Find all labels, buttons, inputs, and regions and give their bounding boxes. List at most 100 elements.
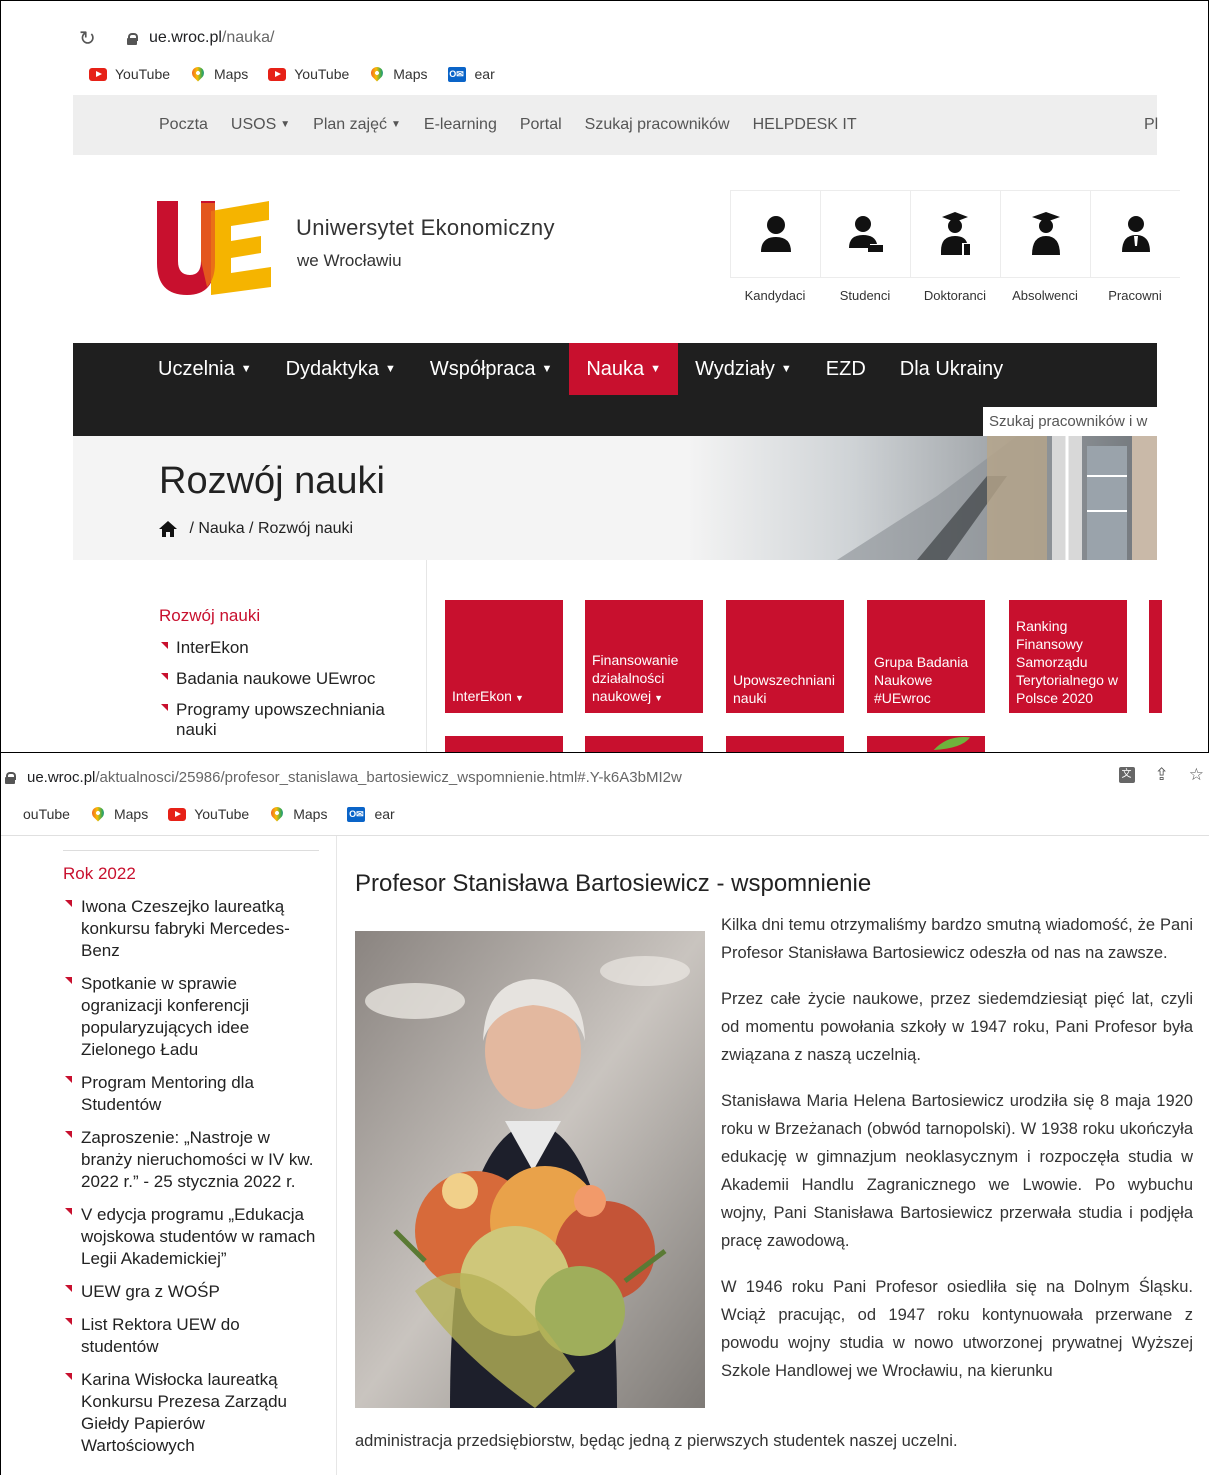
article-body: Kilka dni temu otrzymaliśmy bardzo smutn… [721,911,1193,1403]
bookmark-outlook[interactable]: O✉ ear [347,806,395,822]
group-label: Studenci [839,288,891,303]
tile-grupa-badania[interactable]: Grupa Badania Naukowe #UEwroc [867,600,985,713]
section-tiles: InterEkon ▼ Finansowanie działalności nau… [445,600,1162,752]
bookmark-maps[interactable]: Maps [368,64,428,82]
triangle-icon [65,1318,72,1325]
news-item[interactable]: V edycja programu „Edukacja wojskowa stu… [63,1204,319,1270]
bookmark-maps[interactable]: Maps [89,804,148,822]
topnav-portal[interactable]: Portal [520,116,562,134]
sidebar-item[interactable]: Badania naukowe UEwroc [159,669,409,689]
group-doktoranci[interactable]: Doktoranci [910,190,1000,310]
utility-nav: Poczta USOS ▼ Plan zajęć ▼ E-learning Port… [73,95,1158,155]
article-photo [355,931,705,1408]
nav-dla-ukrainy[interactable]: Dla Ukrainy [883,343,1020,395]
sidebar-item[interactable]: InterEkon [159,638,409,658]
nav-wydzialy[interactable]: Wydziały ▼ [678,343,809,395]
nav-nauka[interactable]: Nauka ▼ [569,343,679,395]
news-item[interactable]: Karina Wisłocka laureatką Konkursu Preze… [63,1369,319,1457]
news-item[interactable]: UEW gra z WOŚP [63,1281,319,1303]
translate-icon[interactable]: 文 [1118,767,1135,783]
news-item[interactable]: Spotkanie w sprawie ogranizacji konferen… [63,973,319,1061]
sidebar-science: Rozwój nauki InterEkon Badania naukowe U… [1,560,427,752]
page-hero: Rozwój nauki / Nauka / Rozwój nauki [73,436,1157,560]
bookmark-label: Maps [214,66,249,82]
url-text[interactable]: ue.wroc.pl/nauka/ [149,29,274,47]
bookmark-youtube[interactable]: ouTube [23,806,70,822]
bookmark-outlook[interactable]: O✉ ear [447,66,495,82]
bookmark-youtube[interactable]: YouTube [89,66,170,82]
triangle-icon [65,1131,72,1138]
topnav-szukaj-pracownikow[interactable]: Szukaj pracowników [585,116,730,134]
tile-finansowanie[interactable]: Finansowanie działalności naukowej ▼ [585,600,703,713]
tile-ranking[interactable]: Ranking Finansowy Samorządu Terytorialne… [1009,600,1127,713]
caret-down-icon: ▼ [240,363,252,375]
topnav-elearning[interactable]: E-learning [424,116,497,134]
news-item[interactable]: Zaproszenie: „Nastroje w branży nierucho… [63,1127,319,1193]
lock-icon[interactable] [127,32,138,45]
tile-next-row[interactable] [445,736,563,752]
share-icon[interactable]: ⇪ [1155,765,1169,785]
ue-logo[interactable] [157,201,271,295]
group-kandydaci[interactable]: Kandydaci [730,190,820,310]
screenshot-bottom: ue.wroc.pl/aktualnosci/25986/profesor_st… [0,752,1209,1475]
nav-uczelnia[interactable]: Uczelnia ▼ [141,343,269,395]
group-studenci[interactable]: Studenci [820,190,910,310]
reload-icon[interactable]: ↻ [79,26,109,51]
home-icon[interactable] [159,521,177,537]
triangle-icon [65,977,72,984]
group-pracownicy[interactable]: Pracowni [1090,190,1180,310]
sidebar-heading[interactable]: Rok 2022 [63,864,136,884]
page-title: Rozwój nauki [159,460,385,502]
breadcrumb: / Nauka / Rozwój nauki [159,520,353,538]
topnav-poczta[interactable]: Poczta [159,116,208,134]
sidebar-heading[interactable]: Rozwój nauki [159,606,260,626]
youtube-icon [168,807,187,821]
caret-down-icon: ▼ [391,119,401,130]
tile-next-row[interactable] [585,736,703,752]
outlook-icon: O✉ [347,806,366,822]
topnav-plan-zajec[interactable]: Plan zajęć ▼ [313,116,401,134]
maps-icon [268,804,286,821]
topnav-helpdesk[interactable]: HELPDESK IT [753,116,857,134]
triangle-icon [65,1373,72,1380]
news-item[interactable]: Iwona Czeszejko laureatką konkursu fabry… [63,896,319,962]
address-bar[interactable]: ↻ ue.wroc.pl/nauka/ [73,23,1157,53]
lock-icon[interactable] [5,771,16,784]
address-bar[interactable]: ue.wroc.pl/aktualnosci/25986/profesor_st… [1,763,1209,791]
triangle-icon [161,642,168,649]
bookmark-label: ear [374,806,395,822]
maps-icon [189,64,207,81]
group-absolwenci[interactable]: Absolwenci [1000,190,1090,310]
tile-next-row[interactable] [867,736,985,752]
bookmark-label: YouTube [194,806,250,822]
sidebar-item[interactable]: Programy upowszechniania nauki [159,700,409,740]
topnav-usos[interactable]: USOS ▼ [231,116,290,134]
triangle-icon [65,1285,72,1292]
news-item[interactable]: Program Mentoring dla Studentów [63,1072,319,1116]
candidate-icon [760,216,791,252]
nav-dydaktyka[interactable]: Dydaktyka ▼ [269,343,413,395]
topnav-cut-item[interactable]: Pl [1144,116,1158,134]
news-item[interactable]: List Rektora UEW do studentów [63,1314,319,1358]
tile-upowszechnianie[interactable]: Upowszechniani nauki [726,600,844,713]
bookmark-maps[interactable]: Maps [268,804,327,822]
triangle-icon [65,1076,72,1083]
tile-next-row[interactable] [726,736,844,752]
search-input[interactable] [983,407,1157,436]
tile-cut[interactable] [1149,600,1162,713]
university-name: Uniwersytet Ekonomiczny [296,215,555,240]
triangle-icon [65,900,72,907]
paragraph-continuation: administracja przedsiębiorstw, będąc jed… [355,1432,958,1450]
bookmarks-bar: ouTube Maps YouTube Maps O✉ ear [23,803,415,825]
nav-wspolpraca[interactable]: Współpraca ▼ [413,343,570,395]
tile-interekon[interactable]: InterEkon ▼ [445,600,563,713]
breadcrumb-nauka[interactable]: Nauka [198,520,244,538]
url-text[interactable]: ue.wroc.pl/aktualnosci/25986/profesor_st… [27,769,682,786]
bookmark-youtube[interactable]: YouTube [168,806,249,822]
bookmark-youtube[interactable]: YouTube [268,66,349,82]
nav-ezd[interactable]: EZD [809,343,883,395]
bookmark-maps[interactable]: Maps [189,64,249,82]
caret-down-icon: ▼ [780,363,792,375]
bookmark-star-icon[interactable]: ☆ [1189,765,1204,785]
bookmark-label: ouTube [23,806,70,822]
